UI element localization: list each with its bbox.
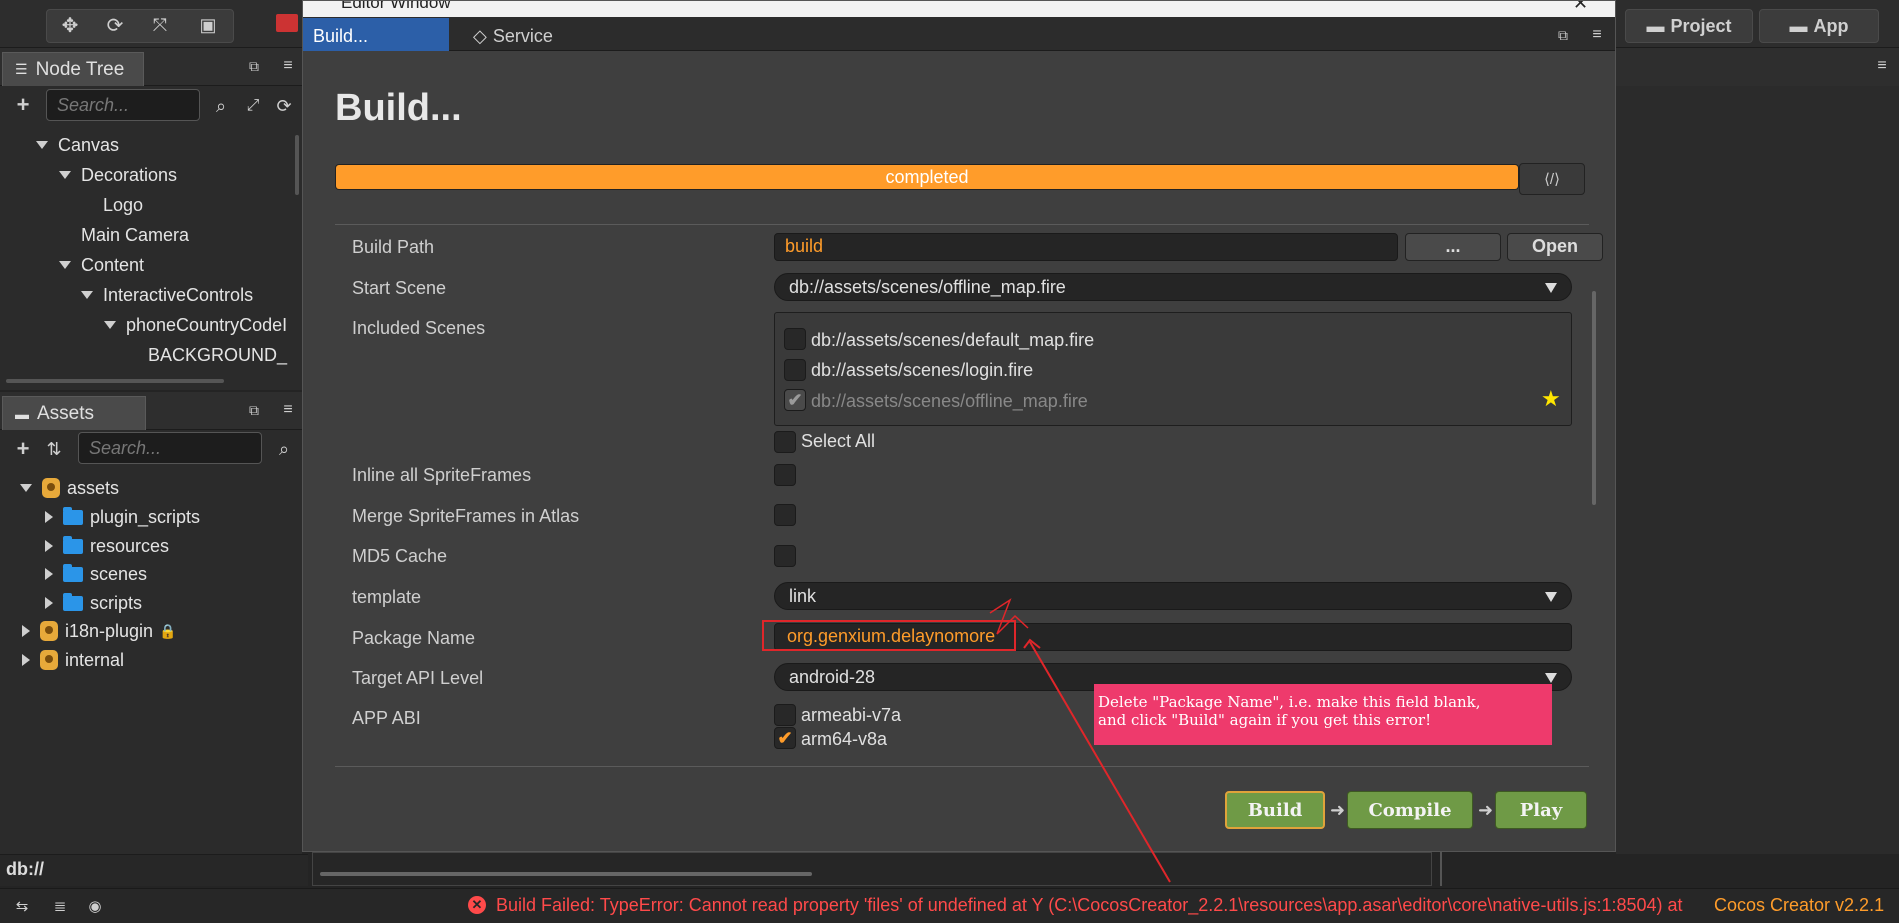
arrow-line: [1029, 641, 1171, 883]
scribble-mark: [989, 598, 1029, 635]
annotation-arrow: [989, 598, 1171, 883]
